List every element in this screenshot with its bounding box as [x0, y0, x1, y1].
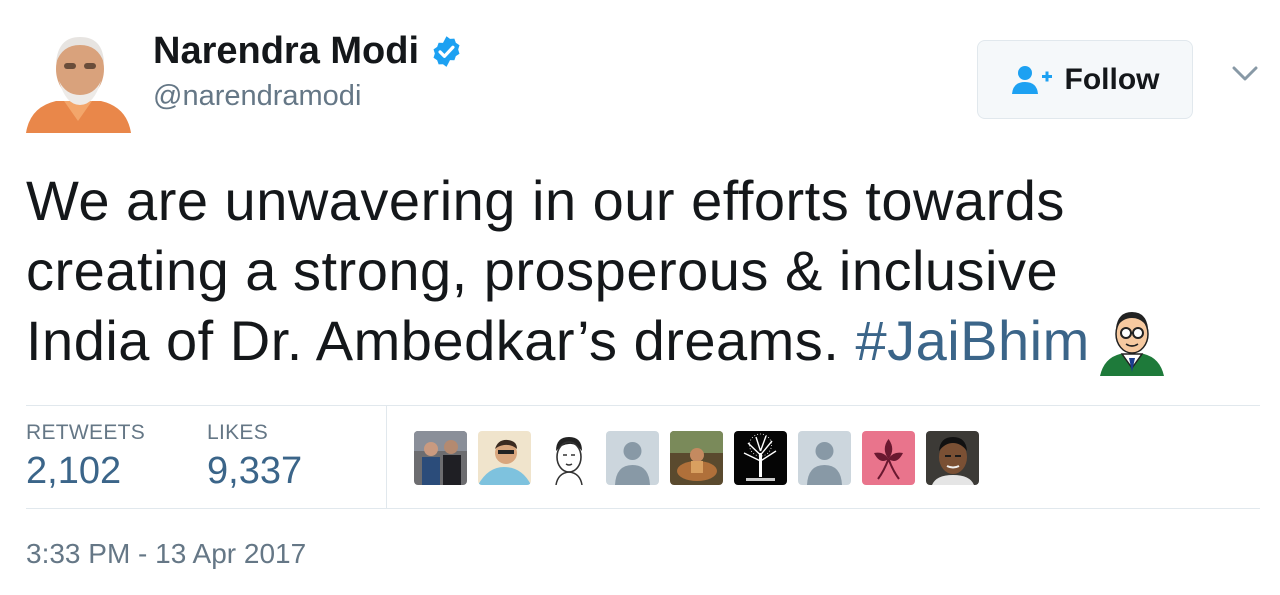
liker-avatar-flower[interactable]: [862, 431, 915, 485]
ambedkar-emoji-icon: [1096, 306, 1168, 378]
liker-avatar-photo[interactable]: [926, 431, 979, 485]
divider: [386, 405, 387, 509]
likes-count[interactable]: 9,337: [207, 450, 302, 493]
hashtag-link[interactable]: #JaiBhim: [855, 309, 1089, 372]
follow-label: Follow: [1064, 62, 1160, 96]
tweet-text-line: creating a strong, prosperous & inclusiv…: [26, 239, 1059, 302]
liker-avatar-sketch[interactable]: [542, 431, 595, 485]
display-name-text[interactable]: Narendra Modi: [153, 30, 419, 73]
liker-avatar-tree[interactable]: [734, 431, 787, 485]
add-user-icon: [1011, 64, 1053, 96]
divider: [26, 405, 1260, 406]
tweet-timestamp[interactable]: 3:33 PM - 13 Apr 2017: [26, 538, 306, 570]
tweet-text-line: India of Dr. Ambedkar’s dreams. #JaiBhim: [26, 306, 1266, 378]
verified-badge-icon: [429, 34, 464, 69]
chevron-down-icon[interactable]: [1232, 66, 1258, 82]
tweet-text: We are unwavering in our efforts towards…: [26, 166, 1266, 378]
user-handle[interactable]: @narendramodi: [153, 80, 361, 113]
liker-avatar-photo[interactable]: [478, 431, 531, 485]
liker-avatars: [414, 431, 990, 485]
profile-avatar[interactable]: [26, 29, 131, 133]
default-avatar-icon[interactable]: [798, 431, 851, 485]
retweets-label[interactable]: RETWEETS: [26, 421, 145, 445]
liker-avatar-photo[interactable]: [670, 431, 723, 485]
retweets-count[interactable]: 2,102: [26, 450, 121, 493]
tweet-text-segment: India of Dr. Ambedkar’s dreams.: [26, 309, 840, 372]
follow-button[interactable]: Follow: [977, 40, 1193, 119]
tweet-text-line: We are unwavering in our efforts towards: [26, 169, 1065, 232]
liker-avatar-photo[interactable]: [414, 431, 467, 485]
default-avatar-icon[interactable]: [606, 431, 659, 485]
likes-label[interactable]: LIKES: [207, 421, 268, 445]
divider: [26, 508, 1260, 509]
display-name[interactable]: Narendra Modi: [153, 30, 464, 73]
